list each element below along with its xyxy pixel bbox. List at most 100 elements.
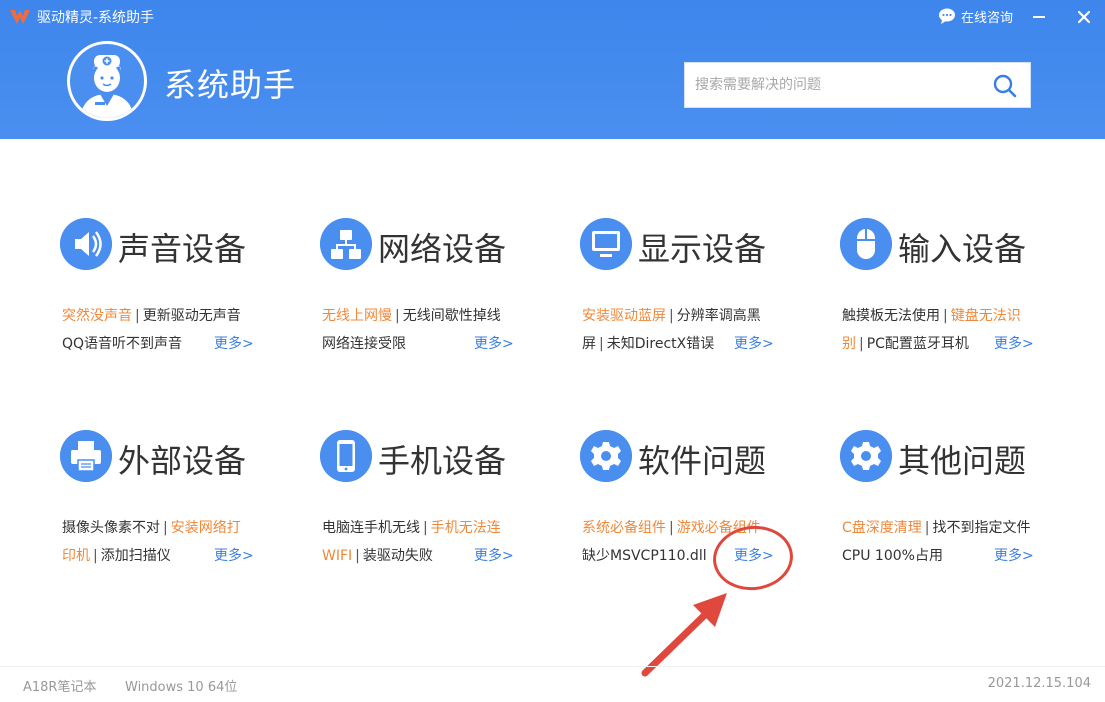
- hot-issue-link[interactable]: 突然没声音: [62, 308, 132, 324]
- category-header[interactable]: 显示设备: [580, 216, 800, 272]
- issue-link[interactable]: 未知DirectX错误: [607, 336, 715, 352]
- more-link[interactable]: 更多>: [474, 542, 514, 570]
- category-title: 其他问题: [898, 442, 1027, 480]
- link-line: 印机 | 添加扫描仪 更多>: [62, 542, 272, 570]
- category-header[interactable]: 其他问题: [840, 428, 1060, 484]
- more-link[interactable]: 更多>: [994, 542, 1034, 570]
- search-icon[interactable]: [991, 72, 1019, 100]
- link-line: 电脑连手机无线 | 手机无法连: [322, 514, 532, 542]
- issue-link[interactable]: 屏: [582, 336, 596, 352]
- separator: |: [669, 308, 674, 324]
- more-link[interactable]: 更多>: [474, 330, 514, 358]
- issue-link[interactable]: 找不到指定文件: [933, 520, 1031, 536]
- hot-issue-link[interactable]: 键盘无法识: [951, 308, 1021, 324]
- separator: |: [924, 520, 930, 536]
- link-line: 别 | PC配置蓝牙耳机 更多>: [842, 330, 1052, 358]
- hot-issue-link[interactable]: 别: [842, 336, 856, 352]
- hot-issue-link[interactable]: C盘深度清理: [842, 520, 922, 536]
- monitor-icon: [580, 218, 632, 270]
- category-header[interactable]: 软件问题: [580, 428, 800, 484]
- category-header[interactable]: 手机设备: [320, 428, 540, 484]
- separator: |: [943, 308, 948, 324]
- issue-link[interactable]: 分辨率调高黑: [677, 308, 761, 324]
- issue-link[interactable]: 缺少MSVCP110.dll: [582, 548, 707, 564]
- issue-link[interactable]: 摄像头像素不对: [62, 520, 160, 536]
- separator: |: [599, 336, 604, 352]
- link-line: 突然没声音 | 更新驱动无声音: [62, 302, 272, 330]
- phone-icon: [320, 430, 372, 482]
- issue-link[interactable]: 电脑连手机无线: [322, 520, 420, 536]
- link-line: 网络连接受限 更多>: [322, 330, 532, 358]
- hot-issue-link[interactable]: 无线上网慢: [322, 308, 392, 324]
- window-title: 驱动精灵-系统助手: [37, 10, 155, 26]
- issue-link[interactable]: QQ语音听不到声音: [62, 336, 182, 352]
- separator: |: [859, 336, 864, 352]
- link-line: CPU 100%占用 更多>: [842, 542, 1052, 570]
- category-header[interactable]: 网络设备: [320, 216, 540, 272]
- hot-issue-link[interactable]: 系统必备组件: [582, 520, 666, 536]
- close-button[interactable]: [1072, 5, 1096, 29]
- link-line: C盘深度清理 | 找不到指定文件: [842, 514, 1052, 542]
- gear-icon: [840, 430, 892, 482]
- app-version: 2021.12.15.104: [987, 676, 1091, 691]
- gear-icon: [580, 430, 632, 482]
- minimize-button[interactable]: [1027, 6, 1051, 28]
- separator: |: [423, 520, 428, 536]
- issue-link[interactable]: CPU 100%占用: [842, 548, 943, 564]
- more-link[interactable]: 更多>: [214, 330, 254, 358]
- category-header[interactable]: 输入设备: [840, 216, 1060, 272]
- issue-link[interactable]: 更新驱动无声音: [143, 308, 241, 324]
- issue-link[interactable]: 添加扫描仪: [101, 548, 171, 564]
- online-consult-button[interactable]: 在线咨询: [938, 6, 1013, 26]
- category-links: 触摸板无法使用 | 键盘无法识别 | PC配置蓝牙耳机 更多>: [842, 302, 1052, 358]
- separator: |: [135, 308, 140, 324]
- category-title: 手机设备: [378, 442, 507, 480]
- issue-link[interactable]: 装驱动失败: [363, 548, 433, 564]
- link-line: 无线上网慢 | 无线间歇性掉线: [322, 302, 532, 330]
- doctor-icon: [80, 55, 134, 118]
- category-links: 无线上网慢 | 无线间歇性掉线网络连接受限 更多>: [322, 302, 532, 358]
- category-header[interactable]: 外部设备: [60, 428, 280, 484]
- separator: |: [163, 520, 168, 536]
- separator: |: [355, 548, 360, 564]
- more-link[interactable]: 更多>: [214, 542, 254, 570]
- category-title: 输入设备: [898, 230, 1027, 268]
- category-title: 外部设备: [118, 442, 247, 480]
- category-header[interactable]: 声音设备: [60, 216, 280, 272]
- link-line: 摄像头像素不对 | 安装网络打: [62, 514, 272, 542]
- online-consult-label: 在线咨询: [961, 10, 1014, 26]
- category-title: 网络设备: [378, 230, 507, 268]
- device-model: A18R笔记本: [23, 680, 97, 695]
- search-input[interactable]: [695, 63, 985, 107]
- category-links: C盘深度清理 | 找不到指定文件 CPU 100%占用 更多>: [842, 514, 1052, 570]
- hot-issue-link[interactable]: 手机无法连: [431, 520, 501, 536]
- category-links: 突然没声音 | 更新驱动无声音 QQ语音听不到声音 更多>: [62, 302, 272, 358]
- issue-link[interactable]: 无线间歇性掉线: [403, 308, 501, 324]
- chat-bubble-icon: [939, 8, 955, 24]
- category-title: 声音设备: [118, 230, 247, 268]
- hot-issue-link[interactable]: 安装驱动蓝屏: [582, 308, 666, 324]
- separator: |: [93, 548, 98, 564]
- status-footer: A18R笔记本 Windows 10 64位 2021.12.15.104: [0, 666, 1105, 702]
- more-link[interactable]: 更多>: [994, 330, 1034, 358]
- doctor-avatar: [67, 41, 147, 121]
- printer-icon: [60, 430, 112, 482]
- category-title: 显示设备: [638, 230, 767, 268]
- hot-issue-link[interactable]: 安装网络打: [171, 520, 241, 536]
- network-icon: [320, 218, 372, 270]
- issue-link[interactable]: 触摸板无法使用: [842, 308, 940, 324]
- category-links: 电脑连手机无线 | 手机无法连 WIFI | 装驱动失败 更多>: [322, 514, 532, 570]
- hot-issue-link[interactable]: 印机: [62, 548, 90, 564]
- separator: |: [669, 520, 674, 536]
- hot-issue-link[interactable]: WIFI: [322, 548, 352, 564]
- link-line: 触摸板无法使用 | 键盘无法识: [842, 302, 1052, 330]
- link-line: QQ语音听不到声音 更多>: [62, 330, 272, 358]
- header-banner: 驱动精灵-系统助手 在线咨询 系统助手 搜索需要解决的问题: [0, 0, 1105, 139]
- header-title: 系统助手: [164, 66, 297, 104]
- link-line: 屏 | 未知DirectX错误 更多>: [582, 330, 792, 358]
- issue-link[interactable]: PC配置蓝牙耳机: [867, 336, 969, 352]
- issue-link[interactable]: 网络连接受限: [322, 336, 406, 352]
- speaker-icon: [60, 218, 112, 270]
- category-title: 软件问题: [638, 442, 767, 480]
- more-link[interactable]: 更多>: [734, 330, 774, 358]
